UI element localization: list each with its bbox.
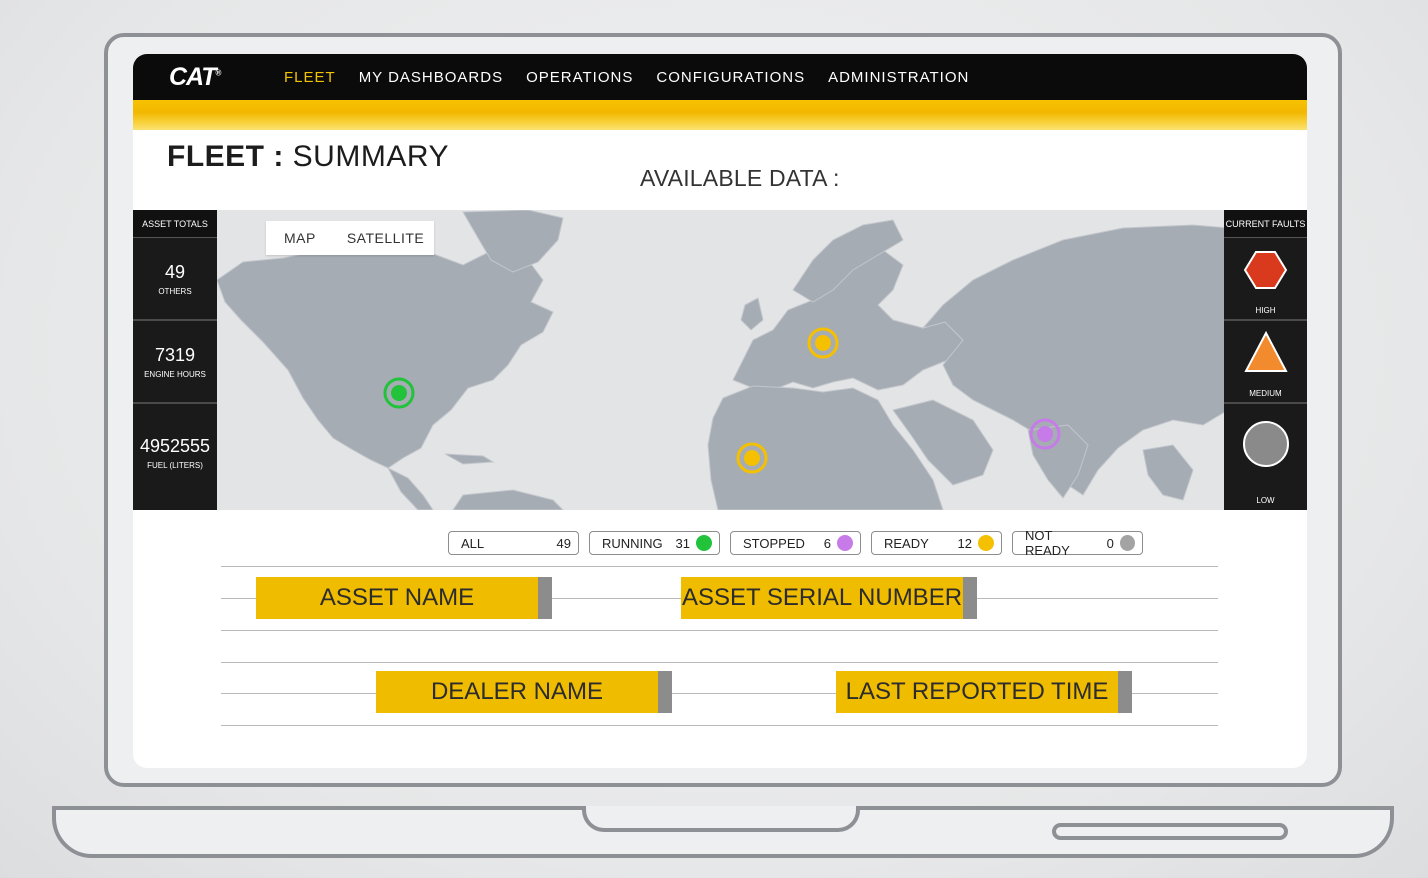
stage: CAT® FLEET MY DASHBOARDS OPERATIONS CONF…: [0, 0, 1428, 878]
triangle-medium-icon: [1244, 330, 1288, 372]
available-data-label: AVAILABLE DATA :: [640, 165, 840, 191]
field-last-reported-time[interactable]: LAST REPORTED TIME: [836, 671, 1132, 713]
drag-handle[interactable]: [1118, 671, 1132, 713]
drag-handle[interactable]: [963, 577, 977, 619]
running-dot-icon: [696, 535, 712, 551]
asset-totals-header: ASSET TOTALS: [133, 210, 217, 238]
fault-high[interactable]: HIGH: [1224, 238, 1307, 321]
stat-others: 49 OTHERS: [133, 238, 217, 321]
fault-low[interactable]: LOW: [1224, 404, 1307, 509]
hexagon-high-icon: [1243, 251, 1288, 289]
map-view-button[interactable]: MAP: [266, 230, 334, 246]
filter-ready[interactable]: READY 12: [871, 531, 1002, 555]
filter-running[interactable]: RUNNING 31: [589, 531, 720, 555]
divider-line: [221, 725, 1218, 726]
field-dealer-name[interactable]: DEALER NAME: [376, 671, 672, 713]
nav-operations[interactable]: OPERATIONS: [526, 69, 633, 86]
status-filters: ALL 49 RUNNING 31 STOPPED 6 READY 12 NOT…: [448, 528, 1143, 558]
fault-medium[interactable]: MEDIUM: [1224, 321, 1307, 404]
drag-handle[interactable]: [538, 577, 552, 619]
field-asset-serial-number[interactable]: ASSET SERIAL NUMBER: [681, 577, 977, 619]
stopped-dot-icon: [837, 535, 853, 551]
screen: CAT® FLEET MY DASHBOARDS OPERATIONS CONF…: [133, 54, 1307, 768]
nav-administration[interactable]: ADMINISTRATION: [828, 69, 969, 86]
not-ready-dot-icon: [1119, 535, 1135, 551]
field-asset-name[interactable]: ASSET NAME: [256, 577, 552, 619]
stat-fuel: 4952555 FUEL (LITERS): [139, 436, 211, 470]
main-nav: FLEET MY DASHBOARDS OPERATIONS CONFIGURA…: [284, 69, 969, 86]
filter-stopped[interactable]: STOPPED 6: [730, 531, 861, 555]
current-faults-panel: CURRENT FAULTS HIGH MEDIUM LOW: [1224, 210, 1307, 510]
cat-logo[interactable]: CAT®: [169, 63, 221, 92]
top-nav: CAT® FLEET MY DASHBOARDS OPERATIONS CONF…: [133, 54, 1307, 100]
current-faults-header: CURRENT FAULTS: [1224, 210, 1307, 238]
circle-low-icon: [1243, 421, 1289, 467]
page-title: FLEET : SUMMARY: [167, 140, 449, 173]
stat-engine-hours: 7319 ENGINE HOURS: [133, 321, 217, 404]
divider-line: [221, 566, 1218, 567]
world-map-svg: [216, 209, 1307, 511]
laptop-notch: [582, 806, 860, 832]
divider-line: [221, 662, 1218, 663]
world-map[interactable]: [133, 209, 1307, 511]
filter-not-ready[interactable]: NOT READY 0: [1012, 528, 1143, 558]
yellow-accent-bar: [133, 100, 1307, 130]
map-view-toggle: MAP SATELLITE: [266, 221, 434, 255]
nav-fleet[interactable]: FLEET: [284, 69, 336, 86]
asset-totals-panel: ASSET TOTALS 49 OTHERS 7319 ENGINE HOURS…: [133, 210, 217, 510]
landmasses: [216, 209, 1307, 511]
nav-configurations[interactable]: CONFIGURATIONS: [656, 69, 805, 86]
filter-all[interactable]: ALL 49: [448, 531, 579, 555]
satellite-view-button[interactable]: SATELLITE: [334, 230, 442, 246]
laptop-slot: [1052, 823, 1288, 840]
drag-handle[interactable]: [658, 671, 672, 713]
divider-line: [221, 630, 1218, 631]
ready-dot-icon: [978, 535, 994, 551]
nav-my-dashboards[interactable]: MY DASHBOARDS: [359, 69, 503, 86]
